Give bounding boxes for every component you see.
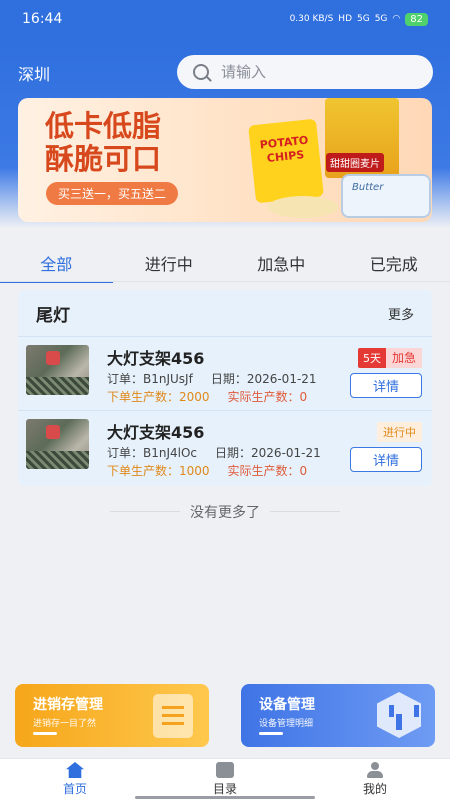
tab-completed[interactable]: 已完成 [338, 243, 450, 281]
order-row[interactable]: 大灯支架456 订单：B1nJUsJf 日期：2026-01-21 下单生产数：… [18, 336, 432, 410]
city-selector[interactable]: 深圳 [18, 61, 50, 85]
butter-tub-image [341, 174, 431, 218]
nav-catalog[interactable]: 目录 [150, 759, 300, 800]
crisps-image [268, 196, 338, 218]
user-icon [366, 762, 384, 778]
planned-quantity: 下单生产数：2000 [107, 390, 210, 404]
battery-icon: 82 [405, 12, 428, 26]
days-badge: 5天 [357, 348, 386, 368]
search-input[interactable] [221, 63, 401, 81]
banner-promo: 买三送一，买五送二 [46, 182, 179, 205]
order-meta: 订单：B1nJ4lOc 日期：2026-01-21 [107, 444, 321, 461]
search-bar[interactable] [177, 55, 433, 89]
cube-icon [377, 692, 421, 738]
status-tabs: 全部 进行中 加急中 已完成 [0, 243, 450, 283]
butter-label: Butter [352, 182, 384, 193]
order-panel: 尾灯 更多 大灯支架456 订单：B1nJUsJf 日期：2026-01-21 … [18, 290, 432, 486]
order-number: 订单：B1nJ4lOc [107, 446, 198, 460]
order-name: 大灯支架456 [107, 423, 205, 442]
catalog-icon [216, 762, 234, 778]
order-meta: 订单：B1nJUsJf 日期：2026-01-21 [107, 370, 317, 387]
in-progress-badge: 进行中 [377, 422, 422, 442]
chips-bag-image: POTATO CHIPS [248, 118, 324, 204]
promo-banner[interactable]: 低卡低脂 酥脆可口 买三送一，买五送二 POTATO CHIPS 甜甜圈麦片 B… [18, 98, 432, 222]
detail-button[interactable]: 详情 [350, 373, 422, 398]
status-bar: 16:44 0.30 KB/S HD 5G 5G ◠ 82 [0, 0, 450, 38]
nav-mine[interactable]: 我的 [300, 759, 450, 800]
search-icon [193, 64, 209, 80]
inventory-card-title: 进销存管理 [33, 697, 103, 713]
home-indicator [135, 796, 315, 799]
order-thumbnail [26, 345, 89, 395]
equipment-card-title: 设备管理 [259, 697, 315, 713]
wifi-icon: ◠ [392, 14, 401, 24]
order-tags: 进行中 [377, 422, 422, 442]
nav-home-label: 首页 [62, 782, 87, 796]
banner-title-line1: 低卡低脂 [45, 109, 162, 143]
order-quantities: 下单生产数：2000 实际生产数：0 [107, 388, 307, 405]
nav-catalog-label: 目录 [212, 782, 237, 796]
network-speed: 0.30 KB/S [289, 14, 334, 24]
status-time: 16:44 [22, 11, 63, 27]
order-name: 大灯支架456 [107, 349, 205, 368]
order-row[interactable]: 大灯支架456 订单：B1nJ4lOc 日期：2026-01-21 下单生产数：… [18, 410, 432, 484]
order-thumbnail [26, 419, 89, 469]
nav-home[interactable]: 首页 [0, 759, 150, 800]
signal-icon-2: 5G [374, 14, 388, 24]
cereal-label: 甜甜圈麦片 [326, 153, 384, 172]
order-quantities: 下单生产数：1000 实际生产数：0 [107, 462, 307, 479]
card-accent-bar [33, 732, 57, 735]
actual-quantity: 实际生产数：0 [227, 390, 308, 404]
order-date: 日期：2026-01-21 [210, 372, 317, 386]
panel-header: 尾灯 更多 [18, 290, 432, 336]
document-list-icon [153, 694, 193, 738]
home-icon [66, 762, 84, 778]
banner-title: 低卡低脂 酥脆可口 [45, 110, 161, 176]
bottom-nav: 首页 目录 我的 [0, 758, 450, 800]
card-accent-bar [259, 732, 283, 735]
more-link[interactable]: 更多 [388, 304, 414, 323]
signal-icon-1: 5G [357, 14, 370, 24]
inventory-card[interactable]: 进销存管理 进销存一目了然 [15, 684, 209, 747]
order-tags: 5天 加急 [357, 348, 422, 368]
planned-quantity: 下单生产数：1000 [107, 464, 210, 478]
equipment-card[interactable]: 设备管理 设备管理明细 [241, 684, 435, 747]
nav-mine-label: 我的 [362, 782, 387, 796]
tab-in-progress[interactable]: 进行中 [113, 243, 226, 281]
inventory-card-subtitle: 进销存一目了然 [33, 719, 97, 729]
tab-urgent[interactable]: 加急中 [225, 243, 338, 281]
order-date: 日期：2026-01-21 [215, 446, 321, 460]
equipment-card-subtitle: 设备管理明细 [259, 719, 314, 729]
status-icons: 0.30 KB/S HD 5G 5G ◠ 82 [289, 12, 428, 26]
order-number: 订单：B1nJUsJf [107, 372, 193, 386]
actual-quantity: 实际生产数：0 [227, 464, 308, 478]
no-more-text: 没有更多了 [0, 502, 450, 522]
banner-title-line2: 酥脆可口 [45, 142, 162, 176]
panel-title: 尾灯 [36, 305, 70, 326]
tabs-divider [0, 281, 450, 282]
detail-button[interactable]: 详情 [350, 447, 422, 472]
hd-icon: HD [338, 14, 352, 24]
urgent-badge: 加急 [385, 348, 422, 368]
tab-all[interactable]: 全部 [0, 243, 113, 283]
